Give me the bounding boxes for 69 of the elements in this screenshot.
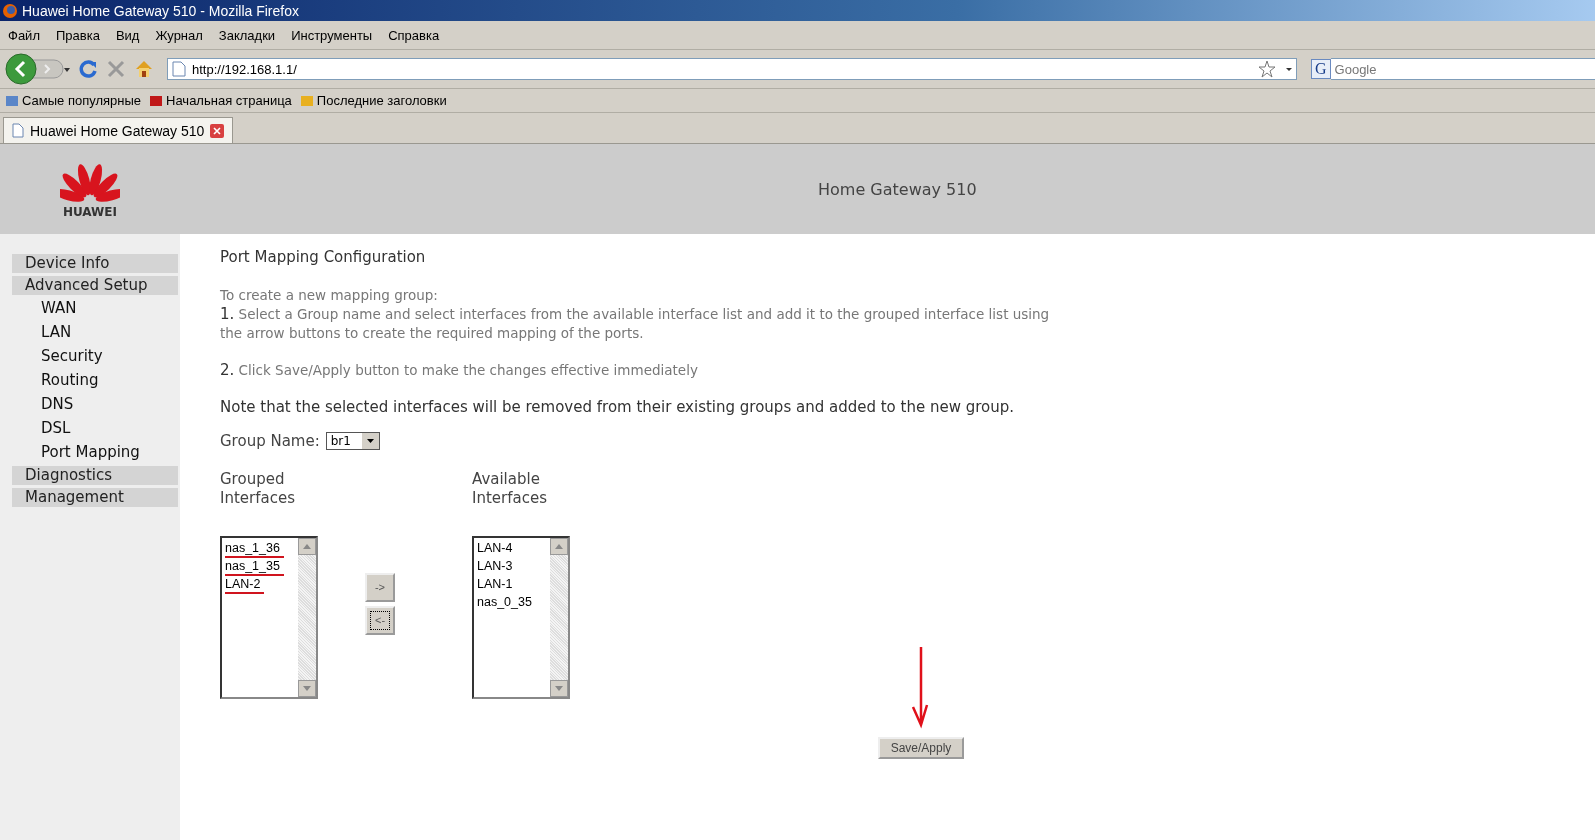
list-option[interactable]: LAN-1 <box>477 576 517 594</box>
sidebar-item[interactable]: Management <box>12 488 178 507</box>
intro-text: To create a new mapping group: <box>220 286 439 305</box>
dropdown-icon[interactable] <box>361 433 379 449</box>
url-text: http://192.168.1.1/ <box>192 61 298 77</box>
header-title: Home Gateway 510 <box>818 179 977 199</box>
list-option[interactable]: LAN-4 <box>477 540 517 558</box>
sidebar-subitem[interactable]: DNS <box>12 395 180 414</box>
list-option[interactable]: LAN-2 <box>225 576 265 594</box>
sidebar-item[interactable]: Device Info <box>12 254 178 273</box>
browser-tab[interactable]: Huawei Home Gateway 510 <box>3 117 234 143</box>
sidebar-subitem[interactable]: Port Mapping <box>12 443 180 462</box>
tab-title: Huawei Home Gateway 510 <box>30 122 205 139</box>
browser-logo-icon <box>2 2 18 19</box>
bookmark-icon <box>149 93 164 108</box>
interface-listbox[interactable]: LAN-4 LAN-3 LAN-1 nas_0_35 <box>472 536 570 699</box>
page-icon <box>172 61 186 77</box>
instruction-text: 2. Click Save/Apply button to make the changes effective immediately <box>220 361 699 380</box>
bookmark-link[interactable]: Последние заголовки <box>299 93 447 108</box>
menu-item[interactable]: Инструменты <box>291 27 373 43</box>
instruction-text: 1. Select a Group name and select interfaces from the available interface list and add it to the grouped interface list using the arrow buttons to create the required mapping of the ports. <box>220 305 1051 343</box>
page-title: Port Mapping Configuration <box>220 248 427 266</box>
list-option[interactable]: LAN-3 <box>477 558 517 576</box>
menu-item[interactable]: Закладки <box>218 27 276 43</box>
sidebar-subitem[interactable]: WAN <box>12 299 180 318</box>
bookmark-icon <box>299 93 314 108</box>
scroll-down-icon[interactable] <box>298 680 316 697</box>
move-button[interactable]: -> <box>365 572 395 602</box>
close-icon[interactable] <box>210 123 225 138</box>
interface-listbox[interactable]: nas_1_36 nas_1_35 LAN-2 <box>220 536 318 699</box>
note-text: Note that the selected interfaces will be removed from their existing groups and added to the new group. <box>220 398 1016 416</box>
menu-item[interactable]: Журнал <box>155 27 203 43</box>
sidebar-item[interactable]: Diagnostics <box>12 466 178 485</box>
back-forward-icon[interactable] <box>5 53 71 85</box>
menu-item[interactable]: Правка <box>55 27 100 43</box>
scroll-up-icon[interactable] <box>298 538 316 555</box>
scroll-down-icon[interactable] <box>550 680 568 697</box>
menu-item[interactable]: Справка <box>388 27 440 43</box>
logo-text: HUAWEI <box>62 205 118 219</box>
star-icon[interactable] <box>1258 60 1276 78</box>
scroll-up-icon[interactable] <box>550 538 568 555</box>
stop-icon[interactable] <box>105 58 127 80</box>
sidebar-subitem[interactable]: LAN <box>12 323 180 342</box>
scrollbar[interactable] <box>298 538 316 697</box>
scrollbar[interactable] <box>550 538 568 697</box>
menu-item[interactable]: Файл <box>8 27 40 43</box>
save-apply-button[interactable]: Save/Apply <box>878 737 964 759</box>
menu-item[interactable]: Вид <box>115 27 140 43</box>
list-option[interactable]: nas_0_35 <box>477 594 536 612</box>
list-heading: Available Interfaces <box>472 470 548 508</box>
window-title: Huawei Home Gateway 510 - Mozilla Firefox <box>22 2 299 19</box>
list-heading: Grouped Interfaces <box>220 470 296 508</box>
group-name-select[interactable]: br1 <box>325 432 380 450</box>
list-option[interactable]: nas_1_36 <box>225 540 284 558</box>
sidebar-subitem[interactable]: Security <box>12 347 180 366</box>
bookmark-link[interactable]: Начальная страница <box>149 93 292 108</box>
list-option[interactable]: nas_1_35 <box>225 558 284 576</box>
page-icon <box>12 123 24 138</box>
sidebar-item[interactable]: Advanced Setup <box>12 276 178 295</box>
address-field[interactable]: http://192.168.1.1/ <box>167 58 1297 80</box>
bookmark-link[interactable]: Самые популярные <box>5 93 142 108</box>
reload-icon[interactable] <box>77 58 99 80</box>
search-engine-icon[interactable]: G <box>1311 59 1331 79</box>
bookmark-icon <box>5 93 19 108</box>
sidebar-subitem[interactable]: Routing <box>12 371 180 390</box>
field-label: Group Name: <box>220 432 320 450</box>
sidebar-subitem[interactable]: DSL <box>12 419 180 438</box>
move-button[interactable]: <- <box>365 605 395 635</box>
search-field[interactable]: Google <box>1330 58 1595 80</box>
